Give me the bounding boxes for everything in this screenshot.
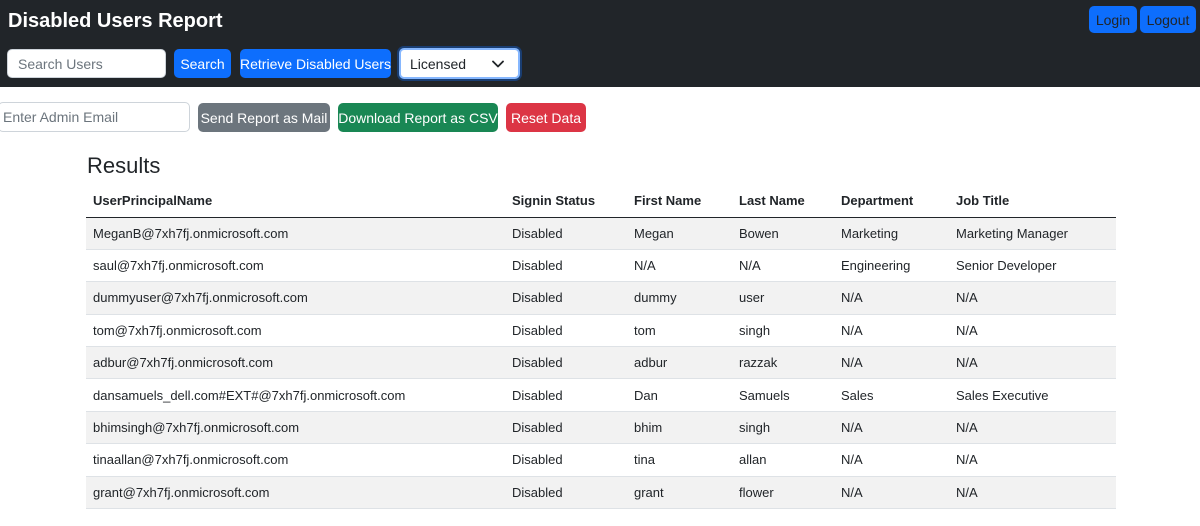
cell-first-name: adbur (627, 346, 732, 380)
retrieve-disabled-users-button[interactable]: Retrieve Disabled Users (240, 49, 391, 78)
login-button[interactable]: Login (1089, 6, 1137, 33)
top-navbar: Disabled Users Report Login Logout Searc… (0, 0, 1200, 87)
results-heading: Results (87, 153, 161, 178)
send-report-mail-button[interactable]: Send Report as Mail (198, 103, 330, 132)
license-filter-select[interactable]: Licensed (399, 48, 520, 79)
cell-job-title: Marketing Manager (949, 217, 1116, 250)
table-row: dummyuser@7xh7fj.onmicrosoft.com Disabled… (86, 281, 1116, 315)
cell-job-title: N/A (949, 314, 1116, 348)
cell-first-name: grant (627, 476, 732, 510)
cell-last-name: singh (732, 314, 834, 348)
cell-department: N/A (834, 411, 949, 445)
reset-data-button[interactable]: Reset Data (506, 103, 586, 132)
cell-department: N/A (834, 476, 949, 510)
cell-userprincipalname: bhimsingh@7xh7fj.onmicrosoft.com (86, 411, 505, 445)
cell-userprincipalname: tom@7xh7fj.onmicrosoft.com (86, 314, 505, 348)
cell-last-name: razzak (732, 346, 834, 380)
table-row: dansamuels_dell.com#EXT#@7xh7fj.onmicros… (86, 378, 1116, 412)
cell-department: Marketing (834, 217, 949, 250)
column-header-first-name: First Name (627, 184, 732, 218)
search-button[interactable]: Search (174, 49, 231, 78)
cell-signin-status: Disabled (505, 411, 627, 445)
cell-job-title: N/A (949, 443, 1116, 477)
app-title: Disabled Users Report (8, 10, 223, 32)
cell-job-title: N/A (949, 281, 1116, 315)
cell-job-title: Senior Developer (949, 249, 1116, 283)
cell-userprincipalname: dummyuser@7xh7fj.onmicrosoft.com (86, 281, 505, 315)
cell-first-name: bhim (627, 411, 732, 445)
table-row: bhimsingh@7xh7fj.onmicrosoft.com Disabled… (86, 411, 1116, 445)
cell-job-title: Sales Executive (949, 378, 1116, 412)
table-row: adbur@7xh7fj.onmicrosoft.com Disabled adbu… (86, 346, 1116, 380)
table-row: tom@7xh7fj.onmicrosoft.com Disabled tom sin… (86, 314, 1116, 348)
cell-signin-status: Disabled (505, 378, 627, 412)
cell-userprincipalname: dansamuels_dell.com#EXT#@7xh7fj.onmicros… (86, 378, 505, 412)
cell-signin-status: Disabled (505, 281, 627, 315)
cell-signin-status: Disabled (505, 249, 627, 283)
table-row: grant@7xh7fj.onmicrosoft.com Disabled gran… (86, 476, 1116, 510)
admin-email-input[interactable] (0, 102, 190, 132)
cell-userprincipalname: adbur@7xh7fj.onmicrosoft.com (86, 346, 505, 380)
table-row: saul@7xh7fj.onmicrosoft.com Disabled N/A N/… (86, 249, 1116, 283)
cell-first-name: Megan (627, 217, 732, 250)
cell-userprincipalname: MeganB@7xh7fj.onmicrosoft.com (86, 217, 505, 250)
cell-last-name: user (732, 281, 834, 315)
results-table: UserPrincipalName Signin Status First Na… (86, 184, 1116, 510)
chevron-down-icon (492, 60, 504, 67)
logout-button[interactable]: Logout (1140, 6, 1196, 33)
cell-first-name: Dan (627, 378, 732, 412)
column-header-userprincipalname: UserPrincipalName (86, 184, 505, 218)
cell-first-name: tom (627, 314, 732, 348)
cell-department: N/A (834, 443, 949, 477)
column-header-job-title: Job Title (949, 184, 1116, 218)
table-row: tinaallan@7xh7fj.onmicrosoft.com Disabled… (86, 443, 1116, 477)
cell-department: N/A (834, 314, 949, 348)
cell-department: Sales (834, 378, 949, 412)
cell-userprincipalname: tinaallan@7xh7fj.onmicrosoft.com (86, 443, 505, 477)
cell-department: N/A (834, 346, 949, 380)
license-filter-value: Licensed (410, 55, 467, 72)
table-row: MeganB@7xh7fj.onmicrosoft.com Disabled Meg… (86, 217, 1116, 250)
cell-signin-status: Disabled (505, 443, 627, 477)
cell-signin-status: Disabled (505, 314, 627, 348)
download-csv-button[interactable]: Download Report as CSV (338, 103, 498, 132)
cell-last-name: flower (732, 476, 834, 510)
column-header-last-name: Last Name (732, 184, 834, 218)
cell-last-name: singh (732, 411, 834, 445)
search-users-input[interactable] (7, 49, 166, 78)
cell-signin-status: Disabled (505, 476, 627, 510)
cell-signin-status: Disabled (505, 346, 627, 380)
cell-signin-status: Disabled (505, 217, 627, 250)
cell-last-name: allan (732, 443, 834, 477)
cell-department: N/A (834, 281, 949, 315)
cell-first-name: N/A (627, 249, 732, 283)
cell-job-title: N/A (949, 411, 1116, 445)
table-header-row: UserPrincipalName Signin Status First Na… (86, 184, 1116, 218)
cell-first-name: dummy (627, 281, 732, 315)
column-header-signin-status: Signin Status (505, 184, 627, 218)
cell-userprincipalname: grant@7xh7fj.onmicrosoft.com (86, 476, 505, 510)
column-header-department: Department (834, 184, 949, 218)
cell-last-name: Bowen (732, 217, 834, 250)
cell-first-name: tina (627, 443, 732, 477)
cell-userprincipalname: saul@7xh7fj.onmicrosoft.com (86, 249, 505, 283)
cell-job-title: N/A (949, 346, 1116, 380)
cell-job-title: N/A (949, 476, 1116, 510)
cell-department: Engineering (834, 249, 949, 283)
cell-last-name: N/A (732, 249, 834, 283)
cell-last-name: Samuels (732, 378, 834, 412)
